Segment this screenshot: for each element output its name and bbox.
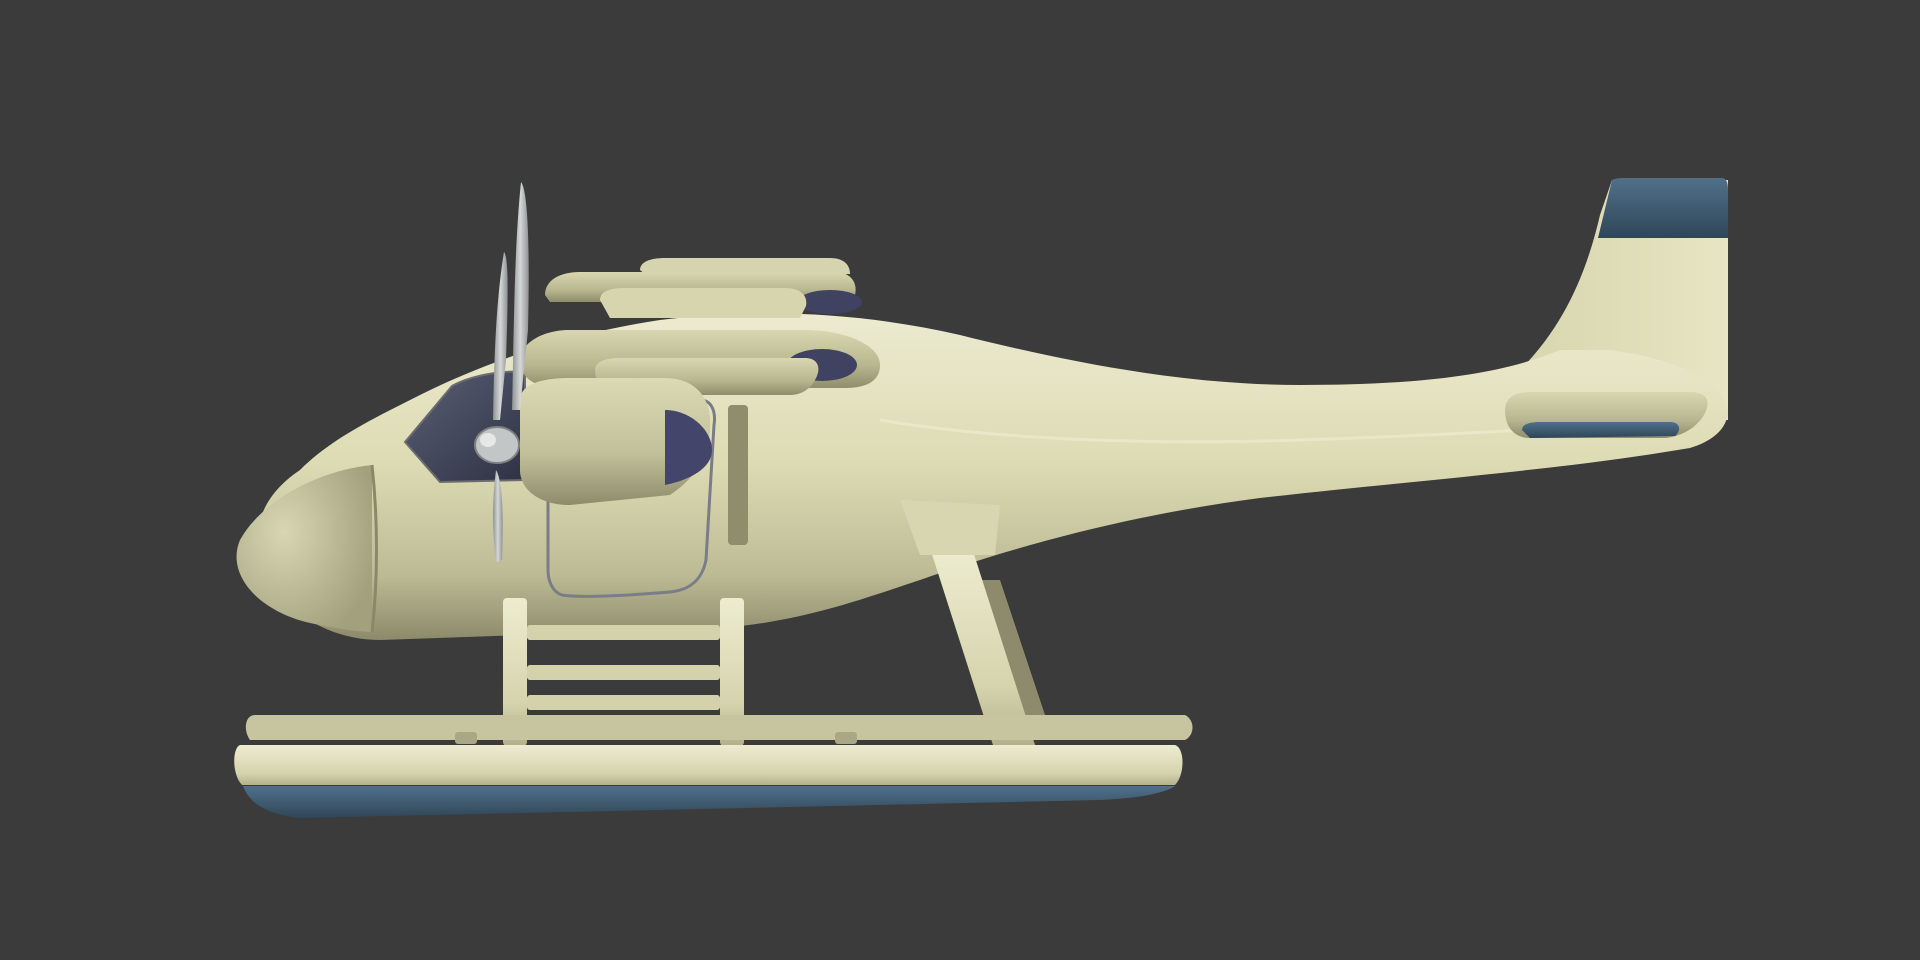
- pontoon-float: [234, 732, 1183, 818]
- ladder-step-1: [527, 625, 720, 640]
- stabilizer-trim: [1522, 422, 1680, 438]
- tail-fin-tip: [1598, 178, 1728, 238]
- ladder-step-2: [527, 665, 720, 680]
- wing-strut: [728, 405, 748, 545]
- seaplane-illustration: [234, 178, 1729, 818]
- ladder-step-3: [527, 695, 720, 710]
- nose-cone: [236, 465, 372, 632]
- propeller-spinner: [474, 426, 520, 464]
- render-viewport: [0, 0, 1920, 960]
- horizontal-stabilizer: [1505, 392, 1708, 438]
- float-far: [245, 715, 1193, 740]
- float-cleat-left: [455, 732, 477, 744]
- float-hull-stripe: [243, 786, 1175, 818]
- float-cleat-right: [835, 732, 857, 744]
